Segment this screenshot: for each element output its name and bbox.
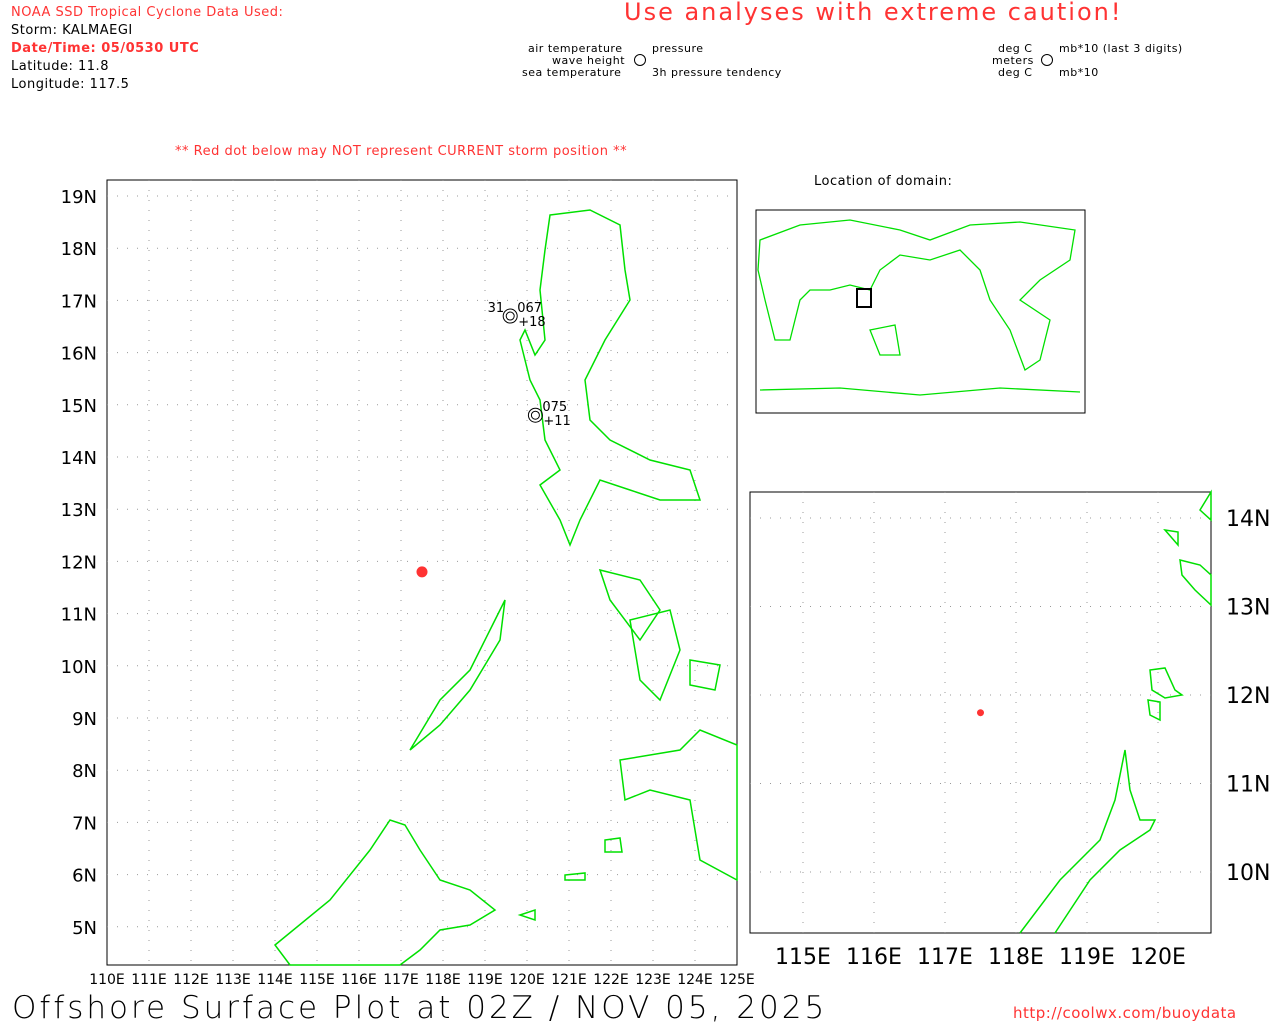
coastline xyxy=(619,729,738,882)
station-pressure: 067 xyxy=(517,301,542,316)
coastline xyxy=(273,819,497,966)
lat-tick-label: 9N xyxy=(72,709,97,730)
source-url[interactable]: http://coolwx.com/buoydata xyxy=(1013,1004,1237,1022)
coastline xyxy=(689,659,721,691)
lat-tick-label: 5N xyxy=(72,918,97,939)
coastline xyxy=(409,599,506,751)
coastline xyxy=(629,609,681,702)
station-marker xyxy=(502,308,518,324)
lon-tick-label: 116E xyxy=(846,945,902,970)
lon-tick-label: 118E xyxy=(425,972,461,988)
lon-tick-label: 120E xyxy=(509,972,545,988)
coastline xyxy=(1163,528,1179,548)
lon-tick-label: 125E xyxy=(719,972,755,988)
lat-tick-label: 13N xyxy=(1226,596,1270,621)
plot-title: Offshore Surface Plot at 02Z / NOV 05, 2… xyxy=(12,990,828,1026)
station-marker xyxy=(530,410,540,420)
legend-circle-icon xyxy=(1041,54,1053,66)
lat-tick-label: 19N xyxy=(61,187,97,208)
storm-position-dot xyxy=(416,566,428,578)
lat-tick-label: 7N xyxy=(72,813,97,834)
storm-position-dot xyxy=(977,709,984,717)
station-marker xyxy=(527,407,543,423)
lon-tick-label: 115E xyxy=(299,972,335,988)
lat-tick-label: 13N xyxy=(61,500,97,521)
inset-map: 14N 13N 12N 11N 10N 115E 116E 117E 118E 119E 120E xyxy=(749,489,1270,970)
lon-tick-label: 119E xyxy=(467,972,503,988)
lat-tick-label: 10N xyxy=(1226,861,1270,886)
lat-tick-label: 18N xyxy=(61,239,97,260)
lat-tick-label: 14N xyxy=(1226,507,1270,532)
lon-tick-label: 118E xyxy=(988,945,1044,970)
lon-tick-label: 114E xyxy=(257,972,293,988)
lat-tick-label: 6N xyxy=(72,866,97,887)
coastline xyxy=(519,209,702,548)
lon-tick-label: 110E xyxy=(89,972,125,988)
coastline xyxy=(1199,489,1212,522)
station-air-temp: 31 xyxy=(488,301,505,316)
station-tendency: +11 xyxy=(543,414,570,429)
lon-tick-label: 120E xyxy=(1130,945,1186,970)
lat-tick-label: 11N xyxy=(61,605,97,626)
lon-tick-label: 112E xyxy=(173,972,209,988)
legend-circle-icon xyxy=(634,54,646,66)
lat-tick-label: 16N xyxy=(61,344,97,365)
main-map: 19N 18N 17N 16N 15N 14N 13N 12N 11N 10N 9N 8N 7N 6N 5N… xyxy=(61,179,755,988)
coastline xyxy=(1149,667,1184,699)
lat-tick-label: 14N xyxy=(61,448,97,469)
lon-tick-label: 117E xyxy=(383,972,419,988)
lon-tick-label: 122E xyxy=(593,972,629,988)
station-marker xyxy=(505,311,515,321)
lon-tick-label: 123E xyxy=(635,972,671,988)
lat-tick-label: 10N xyxy=(61,657,97,678)
lon-tick-label: 124E xyxy=(677,972,713,988)
lon-tick-label: 116E xyxy=(341,972,377,988)
lon-tick-label: 119E xyxy=(1059,945,1115,970)
coastline xyxy=(1179,559,1212,607)
station-pressure: 075 xyxy=(542,400,567,415)
lat-tick-label: 12N xyxy=(61,552,97,573)
coastline xyxy=(564,872,586,881)
world-locator-map xyxy=(755,209,1086,414)
lat-tick-label: 11N xyxy=(1226,773,1270,798)
coastline xyxy=(598,568,661,642)
lat-tick-label: 12N xyxy=(1226,684,1270,709)
lon-tick-label: 121E xyxy=(551,972,587,988)
lat-tick-label: 8N xyxy=(72,761,97,782)
lat-tick-label: 17N xyxy=(61,291,97,312)
lon-tick-label: 117E xyxy=(917,945,973,970)
lon-tick-label: 111E xyxy=(131,972,167,988)
lon-tick-label: 115E xyxy=(775,945,831,970)
lon-tick-label: 113E xyxy=(215,972,251,988)
coastline xyxy=(517,908,536,922)
coastline xyxy=(1019,749,1157,934)
station-tendency: +18 xyxy=(518,315,545,330)
lat-tick-label: 15N xyxy=(61,396,97,417)
coastline xyxy=(604,837,623,853)
map-canvas: 19N 18N 17N 16N 15N 14N 13N 12N 11N 10N 9N 8N 7N 6N 5N… xyxy=(61,54,1270,988)
